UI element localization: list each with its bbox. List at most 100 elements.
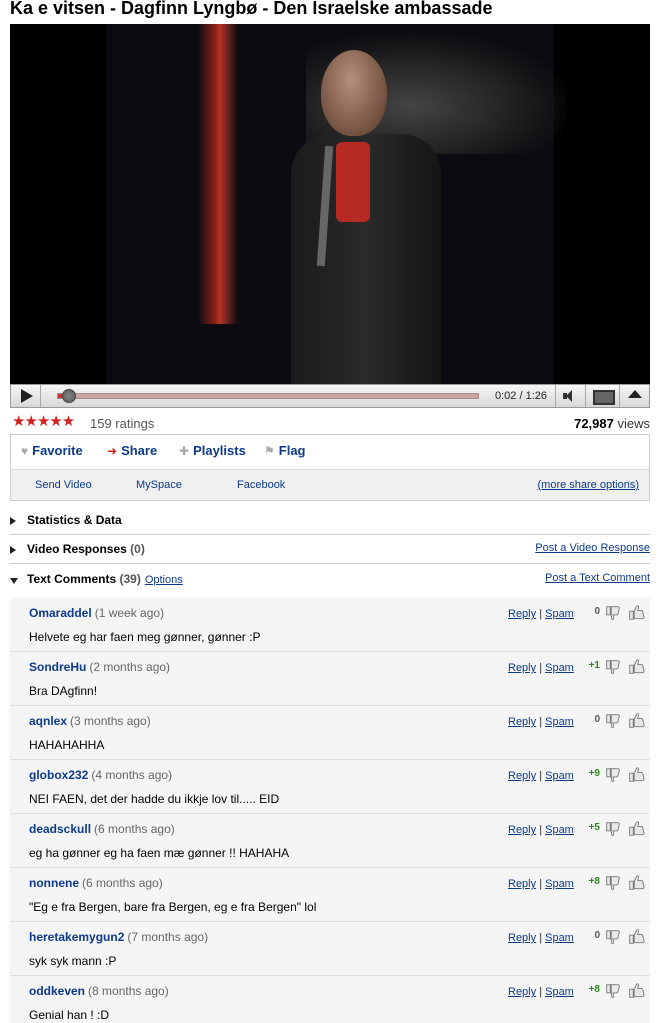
thumbs-down-icon[interactable] [604, 928, 622, 946]
reply-link[interactable]: Reply [508, 608, 536, 620]
facebook-link[interactable]: Facebook [237, 479, 285, 491]
spam-link[interactable]: Spam [545, 662, 574, 674]
comment-author-name: SondreHu [29, 660, 87, 674]
comment-actions: Reply | Spam [508, 824, 574, 836]
time-display: 0:02 / 1:26 [495, 390, 547, 402]
thumbs-down-icon[interactable] [604, 604, 622, 622]
comment-age: (6 months ago) [82, 876, 163, 890]
favorite-button[interactable]: ♥ Favorite [21, 443, 83, 458]
comment-author[interactable]: globox232 (4 months ago) [29, 768, 172, 782]
comment-text: Helvete eg har faen meg gønner, gønner :… [29, 630, 261, 644]
comment-age: (7 months ago) [127, 930, 209, 944]
comment-author[interactable]: deadsckull (6 months ago) [29, 822, 175, 836]
fullscreen-icon[interactable] [619, 385, 649, 407]
thumbs-down-icon[interactable] [604, 982, 622, 1000]
send-video-link[interactable]: Send Video [35, 479, 92, 491]
thumbs-down-icon[interactable] [604, 820, 622, 838]
video-responses-section: Video Responses (0) Post a Video Respons… [10, 536, 650, 564]
thumbs-up-icon[interactable] [627, 712, 645, 730]
video-player[interactable] [10, 24, 650, 384]
player-size-icon[interactable] [585, 385, 617, 407]
comment-score: +1 [588, 660, 600, 671]
spam-link[interactable]: Spam [545, 770, 574, 782]
text-comments-label[interactable]: Text Comments [27, 572, 116, 586]
thumbs-up-icon[interactable] [627, 874, 645, 892]
spam-link[interactable]: Spam [545, 716, 574, 728]
comment-score: 0 [594, 606, 600, 617]
reply-link[interactable]: Reply [508, 932, 536, 944]
statistics-section: Statistics & Data [10, 507, 650, 535]
comment-item: SondreHu (2 months ago) Bra DAgfinn! Repl… [10, 652, 650, 706]
comment-text: HAHAHAHHA [29, 738, 105, 752]
thumbs-up-icon[interactable] [627, 766, 645, 784]
spam-link[interactable]: Spam [545, 932, 574, 944]
post-video-response-link[interactable]: Post a Video Response [535, 542, 650, 554]
comment-text: Genial han ! :D [29, 1008, 110, 1022]
thumbs-down-icon[interactable] [604, 712, 622, 730]
video-responses-header[interactable]: Video Responses (0) [27, 542, 145, 556]
reply-link[interactable]: Reply [508, 986, 536, 998]
thumbs-down-icon[interactable] [604, 766, 622, 784]
post-text-comment-link[interactable]: Post a Text Comment [545, 572, 650, 584]
share-options-bar: Send Video MySpace Facebook (more share … [11, 469, 649, 500]
reply-link[interactable]: Reply [508, 824, 536, 836]
view-count-number: 72,987 [574, 416, 614, 431]
progress-bar[interactable] [57, 393, 479, 399]
reply-link[interactable]: Reply [508, 662, 536, 674]
reply-link[interactable]: Reply [508, 770, 536, 782]
comment-item: aqnlex (3 months ago) HAHAHAHHA Reply | S… [10, 706, 650, 760]
comment-author[interactable]: Omaraddel (1 week ago) [29, 606, 164, 620]
link-separator: | [539, 986, 543, 998]
comment-actions: Reply | Spam [508, 770, 574, 782]
comment-options-link[interactable]: Options [145, 574, 183, 586]
comment-author[interactable]: oddkeven (8 months ago) [29, 984, 169, 998]
spam-link[interactable]: Spam [545, 986, 574, 998]
heart-icon: ♥ [21, 444, 29, 458]
share-button[interactable]: ➜ Share [107, 443, 157, 458]
comment-age: (3 months ago) [70, 714, 151, 728]
share-label: Share [121, 443, 158, 458]
comment-item: nonnene (6 months ago) "Eg e fra Bergen, … [10, 868, 650, 922]
collapse-arrow-icon[interactable] [10, 578, 18, 584]
comment-author[interactable]: SondreHu (2 months ago) [29, 660, 170, 674]
flag-button[interactable]: ⚑ Flag [264, 443, 306, 458]
thumbs-up-icon[interactable] [627, 604, 645, 622]
thumbs-up-icon[interactable] [627, 982, 645, 1000]
thumbs-down-icon[interactable] [604, 874, 622, 892]
link-separator: | [539, 716, 543, 728]
comment-age: (8 months ago) [88, 984, 169, 998]
thumbs-up-icon[interactable] [627, 928, 645, 946]
reply-link[interactable]: Reply [508, 716, 536, 728]
comment-actions: Reply | Spam [508, 716, 574, 728]
comment-author[interactable]: nonnene (6 months ago) [29, 876, 163, 890]
thumbs-up-icon[interactable] [627, 820, 645, 838]
comment-author[interactable]: heretakemygun2 (7 months ago) [29, 930, 208, 944]
play-icon[interactable] [11, 385, 41, 407]
spam-link[interactable]: Spam [545, 824, 574, 836]
statistics-header[interactable]: Statistics & Data [27, 513, 122, 527]
flag-label: Flag [278, 443, 306, 458]
performer-head [321, 50, 387, 136]
star-rating-icon[interactable]: ★★★★★ [12, 412, 75, 430]
more-share-options-link[interactable]: (more share options) [538, 479, 640, 491]
comment-actions: Reply | Spam [508, 662, 574, 674]
comment-author-name: oddkeven [29, 984, 86, 998]
scrubber-handle[interactable] [62, 389, 76, 403]
comment-age: (6 months ago) [94, 822, 175, 836]
myspace-link[interactable]: MySpace [136, 479, 182, 491]
expand-arrow-icon[interactable] [10, 546, 16, 554]
thumbs-up-icon[interactable] [627, 658, 645, 676]
spam-link[interactable]: Spam [545, 878, 574, 890]
comment-age: (4 months ago) [91, 768, 173, 782]
stage-curtain [198, 24, 238, 324]
spam-link[interactable]: Spam [545, 608, 574, 620]
reply-link[interactable]: Reply [508, 878, 536, 890]
video-frame [106, 24, 566, 384]
comment-author-name: globox232 [29, 768, 89, 782]
link-separator: | [539, 878, 543, 890]
thumbs-down-icon[interactable] [604, 658, 622, 676]
expand-arrow-icon[interactable] [10, 517, 16, 525]
playlists-button[interactable]: ✚ Playlists [179, 443, 246, 458]
volume-icon[interactable] [555, 385, 583, 407]
comment-author[interactable]: aqnlex (3 months ago) [29, 714, 151, 728]
